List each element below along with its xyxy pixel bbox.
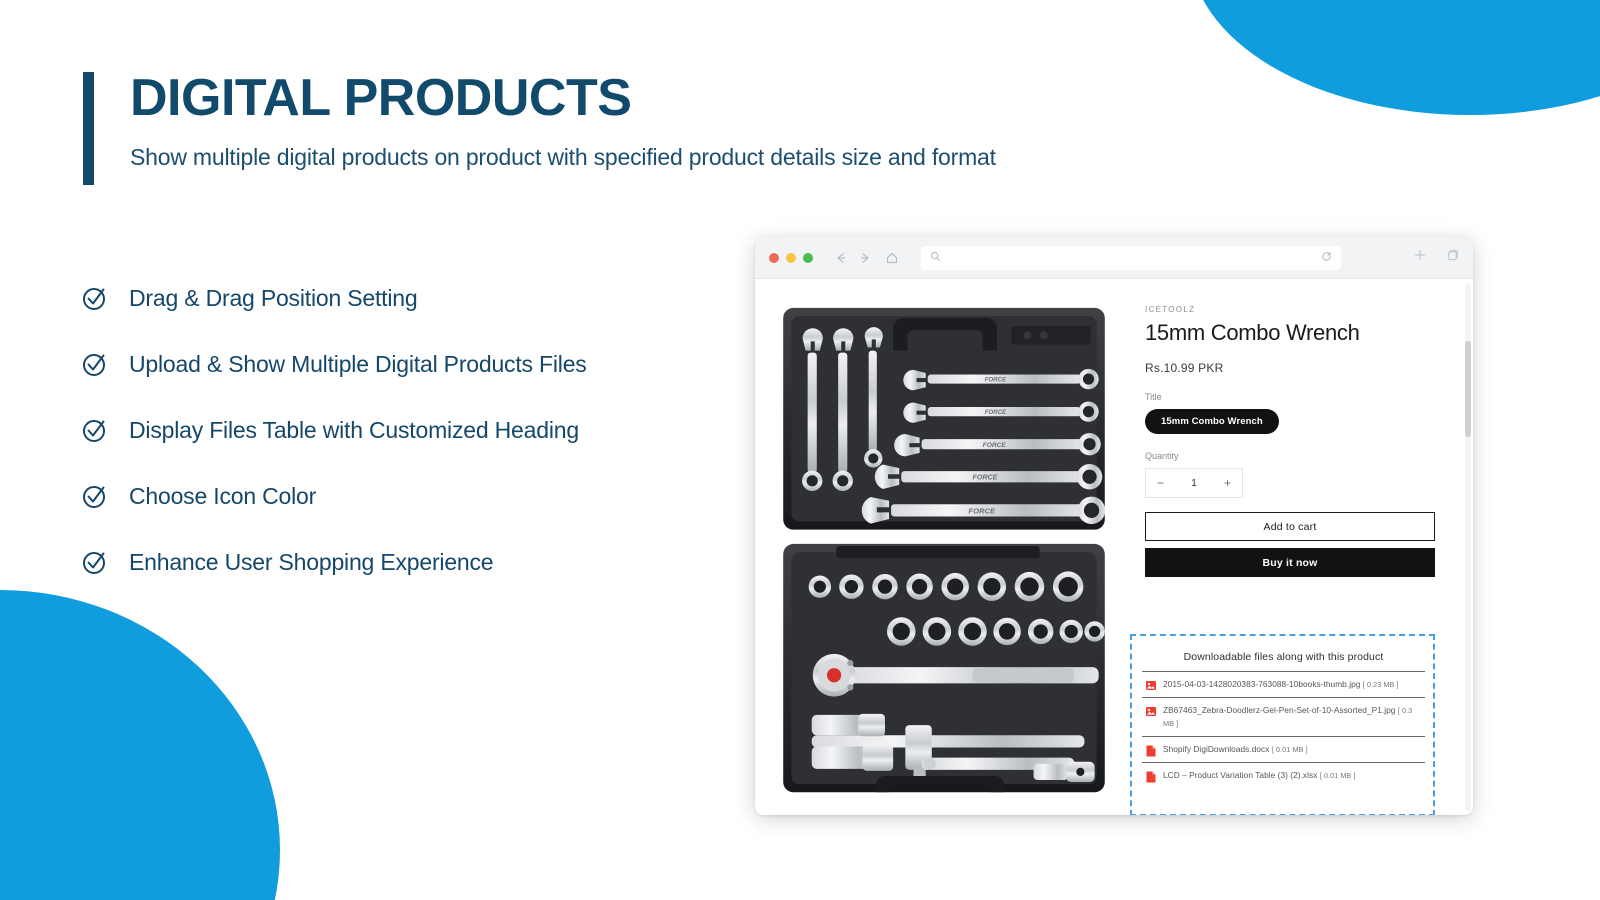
variant-option-label: Title bbox=[1145, 392, 1162, 402]
window-traffic-lights bbox=[769, 252, 813, 263]
downloadable-file-size: [ 0.01 MB ] bbox=[1271, 744, 1308, 754]
copy-tabs-icon[interactable] bbox=[1445, 248, 1459, 267]
check-circle-icon bbox=[82, 285, 108, 311]
maximize-window-button[interactable] bbox=[803, 252, 813, 263]
downloadable-file-name: Shopify DigiDownloads.docx [ 0.01 MB ] bbox=[1163, 743, 1308, 754]
page-scrollbar-thumb[interactable] bbox=[1465, 341, 1471, 437]
feature-item: Display Files Table with Customized Head… bbox=[82, 397, 762, 463]
buy-it-now-button[interactable]: Buy it now bbox=[1145, 548, 1435, 577]
add-to-cart-button[interactable]: Add to cart bbox=[1145, 512, 1435, 541]
decorative-blue-blob-top-right bbox=[1190, 0, 1600, 115]
downloadable-file-row[interactable]: ZB67463_Zebra-Doodlerz-Gel-Pen-Set-of-10… bbox=[1142, 698, 1425, 737]
reload-icon[interactable] bbox=[1321, 249, 1332, 267]
svg-text:FORCE: FORCE bbox=[983, 442, 1007, 449]
quantity-stepper[interactable]: − 1 + bbox=[1145, 468, 1243, 498]
title-accent-bar bbox=[83, 72, 94, 185]
image-file-icon bbox=[1146, 705, 1156, 717]
downloadable-file-row[interactable]: Shopify DigiDownloads.docx [ 0.01 MB ] bbox=[1142, 737, 1425, 763]
browser-window-mockup: FORCE FORCE FORCE FORCE FORCE ICETOOLZ 1… bbox=[755, 237, 1473, 815]
product-vendor: ICETOOLZ bbox=[1145, 305, 1196, 314]
downloadable-files-section: Downloadable files along with this produ… bbox=[1130, 634, 1435, 815]
page-subtitle: Show multiple digital products on produc… bbox=[130, 144, 996, 170]
downloadable-file-name: LCD – Product Variation Table (3) (2).xl… bbox=[1163, 769, 1356, 780]
quantity-decrease-button[interactable]: − bbox=[1157, 476, 1164, 490]
check-circle-icon bbox=[82, 549, 108, 575]
product-photo-tool-set: FORCE FORCE FORCE FORCE FORCE bbox=[771, 293, 1117, 803]
feature-label: Choose Icon Color bbox=[129, 482, 317, 509]
page-title: DIGITAL PRODUCTS bbox=[130, 69, 632, 127]
home-icon[interactable] bbox=[885, 251, 899, 265]
feature-item: Upload & Show Multiple Digital Products … bbox=[82, 331, 762, 397]
check-circle-icon bbox=[82, 417, 108, 443]
close-window-button[interactable] bbox=[769, 252, 779, 263]
forward-arrow-icon[interactable] bbox=[859, 251, 873, 265]
product-price: Rs.10.99 PKR bbox=[1145, 361, 1224, 375]
browser-viewport: FORCE FORCE FORCE FORCE FORCE ICETOOLZ 1… bbox=[755, 279, 1473, 815]
feature-label: Upload & Show Multiple Digital Products … bbox=[129, 350, 587, 377]
back-arrow-icon[interactable] bbox=[833, 251, 847, 265]
feature-label: Enhance User Shopping Experience bbox=[129, 548, 494, 575]
feature-item: Enhance User Shopping Experience bbox=[82, 529, 762, 595]
feature-list: Drag & Drag Position Setting Upload & Sh… bbox=[82, 265, 762, 595]
promo-banner: DIGITAL PRODUCTS Show multiple digital p… bbox=[0, 0, 1600, 900]
browser-nav-buttons bbox=[833, 251, 899, 265]
variant-option-selected[interactable]: 15mm Combo Wrench bbox=[1145, 409, 1279, 434]
doc-file-icon bbox=[1146, 744, 1156, 757]
downloadable-file-name: ZB67463_Zebra-Doodlerz-Gel-Pen-Set-of-10… bbox=[1163, 705, 1413, 728]
quantity-label: Quantity bbox=[1145, 451, 1179, 461]
address-bar[interactable] bbox=[921, 245, 1341, 270]
svg-text:FORCE: FORCE bbox=[985, 377, 1007, 384]
browser-toolbar bbox=[755, 237, 1473, 279]
quantity-input[interactable]: 1 bbox=[1191, 478, 1197, 489]
feature-label: Display Files Table with Customized Head… bbox=[129, 416, 579, 443]
downloadable-file-size: [ 0.23 MB ] bbox=[1362, 680, 1399, 689]
downloadable-files-heading: Downloadable files along with this produ… bbox=[1183, 651, 1384, 663]
downloadable-file-row[interactable]: 2015-04-03-1428020383-763088-10books-thu… bbox=[1142, 672, 1425, 698]
downloadable-file-size: [ 0.01 MB ] bbox=[1319, 770, 1356, 780]
minimize-window-button[interactable] bbox=[786, 252, 796, 263]
product-image-column: FORCE FORCE FORCE FORCE FORCE bbox=[755, 279, 1127, 815]
downloadable-file-row[interactable]: LCD – Product Variation Table (3) (2).xl… bbox=[1142, 763, 1425, 788]
image-file-icon bbox=[1146, 679, 1156, 691]
downloadable-file-name: 2015-04-03-1428020383-763088-10books-thu… bbox=[1163, 679, 1399, 689]
browser-action-buttons bbox=[1389, 248, 1459, 267]
feature-item: Choose Icon Color bbox=[82, 463, 762, 529]
search-icon bbox=[930, 249, 941, 267]
product-details-panel: ICETOOLZ 15mm Combo Wrench Rs.10.99 PKR … bbox=[1127, 279, 1473, 815]
plus-icon[interactable] bbox=[1413, 248, 1427, 267]
xls-file-icon bbox=[1146, 770, 1156, 783]
quantity-increase-button[interactable]: + bbox=[1224, 476, 1231, 490]
check-circle-icon bbox=[82, 483, 108, 509]
left-content-column: DIGITAL PRODUCTS Show multiple digital p… bbox=[0, 0, 996, 900]
feature-label: Drag & Drag Position Setting bbox=[129, 284, 418, 311]
downloadable-files-list: 2015-04-03-1428020383-763088-10books-thu… bbox=[1142, 671, 1425, 788]
product-title: 15mm Combo Wrench bbox=[1145, 320, 1360, 345]
feature-item: Drag & Drag Position Setting bbox=[82, 265, 762, 331]
page-scrollbar[interactable] bbox=[1465, 283, 1471, 811]
title-block: DIGITAL PRODUCTS Show multiple digital p… bbox=[83, 69, 996, 185]
svg-text:FORCE: FORCE bbox=[972, 474, 997, 482]
svg-text:FORCE: FORCE bbox=[985, 409, 1007, 416]
check-circle-icon bbox=[82, 351, 108, 377]
svg-text:FORCE: FORCE bbox=[968, 506, 996, 515]
